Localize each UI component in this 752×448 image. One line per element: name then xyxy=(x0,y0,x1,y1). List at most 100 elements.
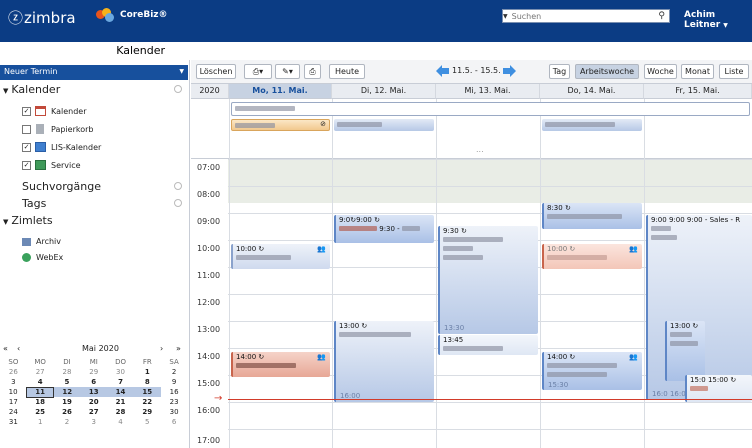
day-cell[interactable]: 9 xyxy=(161,377,188,387)
checkbox[interactable]: ✓ xyxy=(22,106,31,116)
tag-button[interactable]: ✎▾ xyxy=(275,64,300,79)
day-header-fr[interactable]: Fr, 15. Mai. xyxy=(644,84,752,99)
day-cell[interactable]: 10 xyxy=(0,387,27,397)
day-cell[interactable]: 1 xyxy=(27,417,54,427)
calendar-item-lis-kalender[interactable]: ✓ LIS-Kalender xyxy=(22,142,101,152)
next-week-arrow-icon[interactable] xyxy=(502,65,516,77)
day-cell[interactable]: 4 xyxy=(107,417,134,427)
day-cell[interactable]: 28 xyxy=(107,407,134,417)
day-cell-selected[interactable]: 14 xyxy=(107,387,134,397)
event-mo-1000[interactable]: 10:00 ↻ 👥 xyxy=(231,244,330,269)
day-cell[interactable]: 1 xyxy=(134,367,161,377)
checkbox[interactable]: ✓ xyxy=(22,160,31,170)
hour-grid[interactable]: 07:00 08:00 09:00 10:00 11:00 12:00 13:0… xyxy=(191,159,752,448)
calendars-section-header[interactable]: ▼ Kalender xyxy=(0,83,188,99)
prev-year-icon[interactable]: « xyxy=(3,344,8,353)
search-type-dropdown-icon[interactable]: ▼ xyxy=(503,13,508,20)
all-day-area[interactable]: ⊘ ... xyxy=(191,99,752,159)
zimlets-section-header[interactable]: ▼ Zimlets xyxy=(0,214,188,230)
calendar-item-service[interactable]: ✓ Service xyxy=(22,160,81,170)
day-cell-today[interactable]: 11 xyxy=(26,386,55,398)
checkbox[interactable] xyxy=(22,124,31,134)
event-fr-1500[interactable]: 15:0 15:00 ↻ xyxy=(685,375,752,402)
all-day-event[interactable] xyxy=(334,119,434,131)
event-di-0900[interactable]: 9:0↻9:00 ↻ 9:30 - xyxy=(334,215,434,243)
day-cell[interactable]: 29 xyxy=(80,367,107,377)
collapse-icon[interactable]: ▼ xyxy=(3,218,8,226)
day-cell-selected[interactable]: 15 xyxy=(133,387,161,397)
day-cell[interactable]: 27 xyxy=(27,367,54,377)
tab-contacts[interactable]: Kontakte xyxy=(40,42,107,60)
tab-mail[interactable]: Mail xyxy=(0,42,40,60)
more-events-indicator[interactable]: ... xyxy=(476,145,484,154)
gear-icon[interactable] xyxy=(174,182,182,190)
print-button[interactable]: ⎙ xyxy=(304,64,321,79)
prev-month-icon[interactable]: ‹ xyxy=(17,344,20,353)
all-day-event[interactable] xyxy=(542,119,642,131)
view-list-button[interactable]: Liste xyxy=(719,64,749,79)
day-cell[interactable]: 2 xyxy=(161,367,188,377)
tab-settings[interactable]: Einstellungen xyxy=(306,42,399,60)
view-month-button[interactable]: Monat xyxy=(681,64,714,79)
day-cell-selected[interactable]: 13 xyxy=(80,387,108,397)
day-cell[interactable]: 4 xyxy=(27,377,54,387)
day-cell[interactable]: 3 xyxy=(80,417,107,427)
day-cell[interactable]: 27 xyxy=(80,407,107,417)
zimlet-item-archiv[interactable]: Archiv xyxy=(22,237,61,246)
zimlet-item-webex[interactable]: WebEx xyxy=(22,253,63,262)
collapse-icon[interactable]: ▼ xyxy=(3,87,8,95)
event-fr-1300[interactable]: 13:00 ↻ xyxy=(665,321,705,381)
zimbra-logo[interactable]: ⓩ zimbra xyxy=(8,7,76,28)
event-do-1400[interactable]: 14:00 ↻ 👥 15:30 xyxy=(542,352,642,390)
search-icon[interactable]: ⚲ xyxy=(658,11,665,21)
tab-calendar[interactable]: Kalender xyxy=(107,42,175,60)
event-di-1300[interactable]: 13:00 ↻ 16:00 xyxy=(334,321,434,402)
view-week-button[interactable]: Woche xyxy=(644,64,677,79)
search-box[interactable]: ▼ ⚲ xyxy=(502,9,708,102)
event-do-1000[interactable]: 10:00 ↻ 👥 xyxy=(542,244,642,269)
all-day-event[interactable]: ⊘ xyxy=(231,119,330,131)
searches-section-header[interactable]: Suchvorgänge xyxy=(0,180,188,196)
day-cell[interactable]: 16 xyxy=(161,387,188,397)
new-appointment-button[interactable]: Neuer Termin ▼ xyxy=(0,65,188,80)
day-cell-selected[interactable]: 12 xyxy=(53,387,81,397)
day-cell[interactable]: 5 xyxy=(134,417,161,427)
day-header-do[interactable]: Do, 14. Mai. xyxy=(540,84,644,99)
day-header-mi[interactable]: Mi, 13. Mai. xyxy=(436,84,540,99)
day-cell[interactable]: 21 xyxy=(107,397,134,407)
tab-files[interactable]: Dateien xyxy=(245,42,306,60)
user-menu[interactable]: Achim Leitner ▼ xyxy=(684,10,752,30)
day-cell[interactable]: 7 xyxy=(107,377,134,387)
day-cell[interactable]: 25 xyxy=(27,407,54,417)
event-do-0830[interactable]: 8:30 ↻ xyxy=(542,203,642,229)
event-mi-1345[interactable]: 13:45 xyxy=(438,335,538,355)
day-cell[interactable]: 29 xyxy=(134,407,161,417)
day-cell[interactable]: 20 xyxy=(80,397,107,407)
day-cell[interactable]: 19 xyxy=(54,397,81,407)
day-cell[interactable]: 26 xyxy=(0,367,27,377)
day-cell[interactable]: 30 xyxy=(161,407,188,417)
tags-section-header[interactable]: Tags xyxy=(0,197,188,213)
day-cell[interactable]: 5 xyxy=(54,377,81,387)
search-input[interactable] xyxy=(511,11,622,21)
day-cell[interactable]: 22 xyxy=(134,397,161,407)
delete-button[interactable]: Löschen xyxy=(196,64,236,79)
prev-week-arrow-icon[interactable] xyxy=(436,65,450,77)
calendar-item-kalender[interactable]: ✓ Kalender xyxy=(22,106,87,116)
calendar-item-papierkorb[interactable]: Papierkorb xyxy=(22,124,94,134)
day-cell[interactable]: 8 xyxy=(134,377,161,387)
day-cell[interactable]: 3 xyxy=(0,377,27,387)
day-header-mo[interactable]: Mo, 11. Mai. xyxy=(229,84,332,99)
event-mo-1400[interactable]: 14:00 ↻ 👥 xyxy=(231,352,330,377)
day-cell[interactable]: 18 xyxy=(27,397,54,407)
day-header-di[interactable]: Di, 12. Mai. xyxy=(332,84,436,99)
day-cell[interactable]: 24 xyxy=(0,407,27,417)
next-month-icon[interactable]: › xyxy=(160,344,163,353)
checkbox[interactable]: ✓ xyxy=(22,142,31,152)
day-cell[interactable]: 6 xyxy=(80,377,107,387)
day-cell[interactable]: 31 xyxy=(0,417,27,427)
tab-tasks[interactable]: Aufgaben xyxy=(174,42,245,60)
chevron-down-icon[interactable]: ▼ xyxy=(179,68,184,75)
day-cell[interactable]: 23 xyxy=(161,397,188,407)
day-cell[interactable]: 30 xyxy=(107,367,134,377)
